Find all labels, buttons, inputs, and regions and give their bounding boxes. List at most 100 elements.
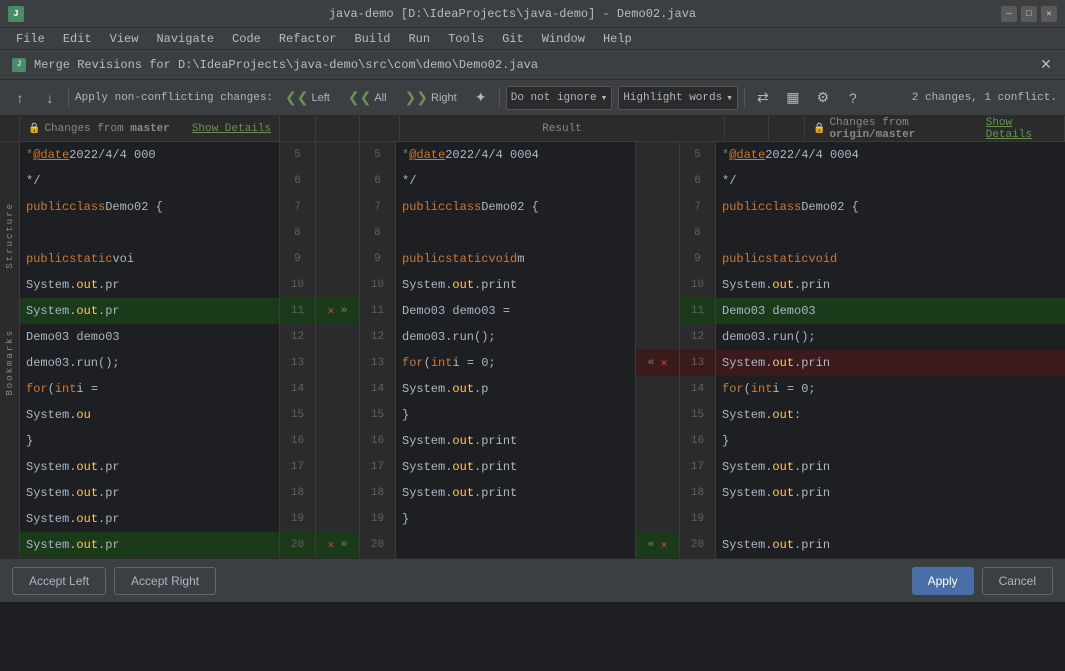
close-button[interactable]: ✕	[1041, 6, 1057, 22]
x-button-20-left[interactable]: ✕	[328, 538, 335, 552]
cell-left-20: System.out.pr	[20, 532, 280, 558]
cell-cnum-7: 7	[360, 194, 396, 220]
apply-right-btn[interactable]: ❯❯ Right	[399, 86, 463, 110]
accept-right-arrow-20[interactable]: »	[334, 539, 347, 551]
cell-center-7: public class Demo02 {	[396, 194, 636, 220]
result-header: Result	[400, 116, 725, 141]
cell-rnum-16: 16	[680, 428, 716, 454]
cell-rctrl-17	[636, 454, 680, 480]
cell-lctrl-20[interactable]: ✕ »	[316, 532, 360, 558]
accept-right-arrow-11[interactable]: »	[334, 305, 347, 317]
cell-right-12: demo03.run();	[716, 324, 1065, 350]
left-ctrl-header	[316, 116, 360, 141]
cell-right-20: System.out.prin	[716, 532, 1065, 558]
bookmarks-label: Bookmarks	[5, 329, 15, 396]
cell-rnum-12: 12	[680, 324, 716, 350]
sync-button[interactable]: ⇄	[751, 86, 775, 110]
accept-right-button[interactable]: Accept Right	[114, 567, 216, 595]
menu-file[interactable]: File	[8, 30, 53, 48]
cell-center-8	[396, 220, 636, 246]
cell-lctrl-5	[316, 142, 360, 168]
window-controls: ─ □ ✕	[1001, 6, 1057, 22]
cell-lctrl-16	[316, 428, 360, 454]
highlight-dropdown[interactable]: Highlight words ▾	[618, 86, 738, 110]
toolbar: ↑ ↓ Apply non-conflicting changes: ❮❮ Le…	[0, 80, 1065, 116]
cell-rctrl-8	[636, 220, 680, 246]
cell-right-5: * @date 2022/4/4 0004	[716, 142, 1065, 168]
right-show-details[interactable]: Show Details	[986, 117, 1056, 141]
menu-navigate[interactable]: Navigate	[148, 30, 222, 48]
cell-lnum-8: 8	[280, 220, 316, 246]
cell-rctrl-14	[636, 376, 680, 402]
cell-left-8	[20, 220, 280, 246]
menu-run[interactable]: Run	[400, 30, 438, 48]
cell-right-18: System.out.prin	[716, 480, 1065, 506]
cell-cnum-5: 5	[360, 142, 396, 168]
menu-window[interactable]: Window	[534, 30, 593, 48]
table-row: System.out.pr 19 19 } 19	[20, 506, 1065, 532]
cell-rnum-9: 9	[680, 246, 716, 272]
cell-cnum-13: 13	[360, 350, 396, 376]
cell-rnum-19: 19	[680, 506, 716, 532]
menu-git[interactable]: Git	[494, 30, 532, 48]
menu-build[interactable]: Build	[346, 30, 398, 48]
cell-center-15: }	[396, 402, 636, 428]
menu-tools[interactable]: Tools	[440, 30, 492, 48]
result-label: Result	[542, 123, 582, 135]
menu-refactor[interactable]: Refactor	[271, 30, 345, 48]
menu-edit[interactable]: Edit	[55, 30, 100, 48]
cell-left-19: System.out.pr	[20, 506, 280, 532]
cell-rctrl-11	[636, 298, 680, 324]
table-row: System.out.pr 20 ✕ » 20 « ✕ 20 System.ou…	[20, 532, 1065, 558]
prev-change-button[interactable]: ↑	[8, 86, 32, 110]
menu-code[interactable]: Code	[224, 30, 269, 48]
cell-lnum-16: 16	[280, 428, 316, 454]
cell-cnum-15: 15	[360, 402, 396, 428]
x-button-20-right[interactable]: ✕	[661, 538, 668, 552]
cell-rctrl-5	[636, 142, 680, 168]
minimize-button[interactable]: ─	[1001, 6, 1017, 22]
magic-button[interactable]: ✦	[469, 86, 493, 110]
dialog-close-button[interactable]: ✕	[1039, 58, 1053, 72]
cell-right-10: System.out.prin	[716, 272, 1065, 298]
columns-button[interactable]: ▦	[781, 86, 805, 110]
cell-rctrl-18	[636, 480, 680, 506]
menu-view[interactable]: View	[102, 30, 147, 48]
menu-help[interactable]: Help	[595, 30, 640, 48]
accept-left-button[interactable]: Accept Left	[12, 567, 106, 595]
cancel-button[interactable]: Cancel	[982, 567, 1053, 595]
structure-label: Structure	[5, 202, 15, 269]
x-button-11[interactable]: ✕	[328, 304, 335, 318]
help-button[interactable]: ?	[841, 86, 865, 110]
cell-cnum-12: 12	[360, 324, 396, 350]
accept-left-arrow-13[interactable]: «	[648, 357, 661, 369]
table-row: Demo03 demo03 12 12 demo03.run(); 12 dem…	[20, 324, 1065, 350]
cell-rnum-8: 8	[680, 220, 716, 246]
cell-rctrl-20[interactable]: « ✕	[636, 532, 680, 558]
cell-rctrl-9	[636, 246, 680, 272]
apply-all-btn[interactable]: ❮❮ All	[342, 86, 393, 110]
cell-rctrl-12	[636, 324, 680, 350]
cell-lctrl-11[interactable]: ✕ »	[316, 298, 360, 324]
next-change-button[interactable]: ↓	[38, 86, 62, 110]
settings-button[interactable]: ⚙	[811, 86, 835, 110]
cell-rnum-5: 5	[680, 142, 716, 168]
cell-rctrl-13[interactable]: « ✕	[636, 350, 680, 376]
cell-rctrl-19	[636, 506, 680, 532]
x-button-13[interactable]: ✕	[661, 356, 668, 370]
cell-right-11: Demo03 demo03	[716, 298, 1065, 324]
accept-left-arrow-20[interactable]: «	[648, 539, 661, 551]
maximize-button[interactable]: □	[1021, 6, 1037, 22]
cell-center-12: demo03.run();	[396, 324, 636, 350]
table-row: * @date 2022/4/4 000 5 5 * @date 2022/4/…	[20, 142, 1065, 168]
table-row: 8 8 8	[20, 220, 1065, 246]
left-show-details[interactable]: Show Details	[192, 123, 271, 135]
ignore-dropdown[interactable]: Do not ignore ▾	[506, 86, 612, 110]
cell-right-9: public static void	[716, 246, 1065, 272]
cell-right-8	[716, 220, 1065, 246]
left-label: Left	[312, 92, 330, 104]
apply-left-btn[interactable]: ❮❮ Left	[279, 86, 336, 110]
left-arrow-icon: ❮❮	[285, 89, 308, 106]
cell-lctrl-7	[316, 194, 360, 220]
apply-button[interactable]: Apply	[912, 567, 974, 595]
